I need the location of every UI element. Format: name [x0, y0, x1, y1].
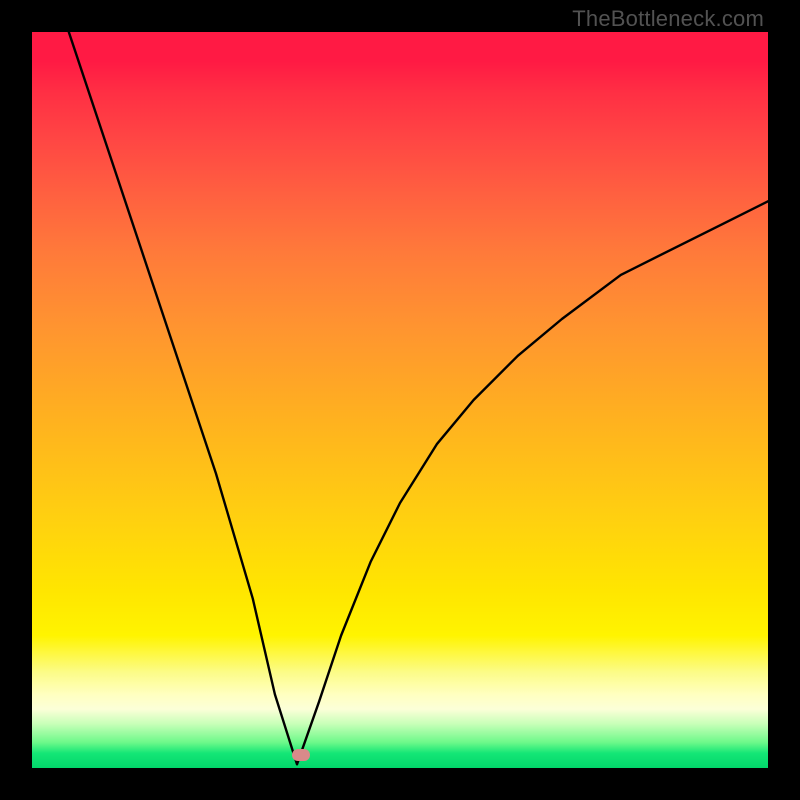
plot-area: [32, 32, 768, 768]
watermark: TheBottleneck.com: [572, 6, 764, 32]
chart-frame: TheBottleneck.com: [0, 0, 800, 800]
bottleneck-curve: [32, 32, 768, 768]
optimum-marker: [292, 749, 310, 761]
